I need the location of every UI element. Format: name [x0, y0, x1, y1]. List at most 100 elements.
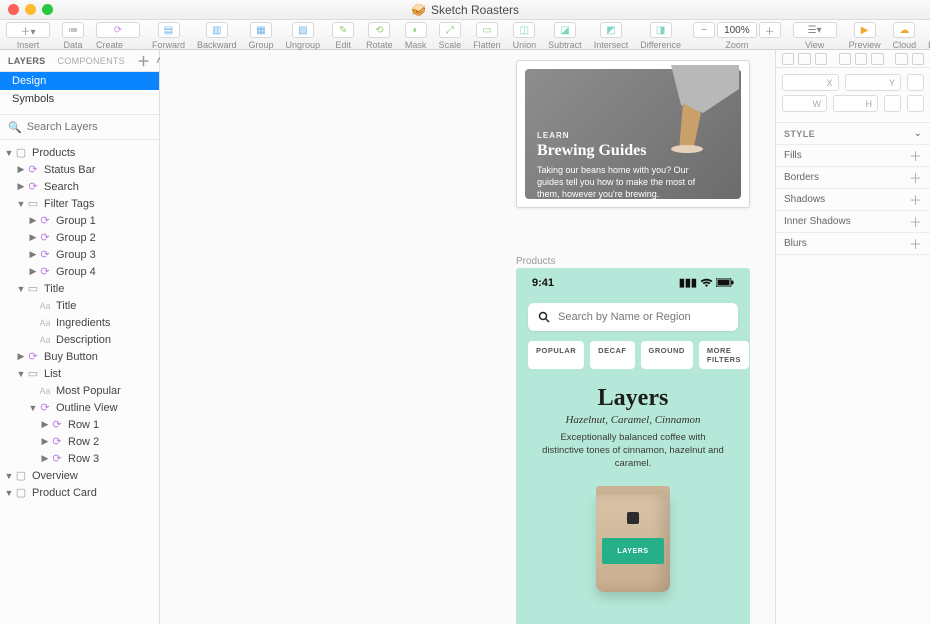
layer-title-text[interactable]: AaTitle	[0, 297, 159, 314]
mask-button[interactable]: ◐	[405, 22, 427, 38]
layer-group-1[interactable]: ▶⟳Group 1	[0, 212, 159, 229]
layer-products-artboard[interactable]: ▼▢Products	[0, 144, 159, 161]
right-sidebar: X Y W H STYLE ⌄ Fills＋ Borders＋ Shadows＋…	[775, 50, 930, 624]
preview-button[interactable]: ▶	[854, 22, 876, 38]
artboard-product-card[interactable]: LEARN Brewing Guides Taking our beans ho…	[516, 60, 750, 208]
distribute-h-button[interactable]	[895, 53, 907, 65]
layer-row-1[interactable]: ▶⟳Row 1	[0, 416, 159, 433]
ungroup-button[interactable]: ▧	[292, 22, 314, 38]
zoom-in-button[interactable]: ＋	[759, 22, 781, 38]
tag-decaf[interactable]: DECAF	[590, 341, 634, 369]
layer-group-4[interactable]: ▶⟳Group 4	[0, 263, 159, 280]
page-design[interactable]: Design	[0, 72, 159, 90]
zoom-out-button[interactable]: −	[693, 22, 715, 38]
layer-most-popular-text[interactable]: AaMost Popular	[0, 382, 159, 399]
layer-label: Group 4	[56, 266, 96, 278]
phone-search-field[interactable]: Search by Name or Region	[528, 303, 738, 331]
add-fill-button[interactable]: ＋	[909, 146, 922, 165]
zoom-window-button[interactable]	[42, 4, 53, 15]
align-right-button[interactable]	[815, 53, 827, 65]
align-bottom-button[interactable]	[871, 53, 883, 65]
layer-ingredients-text[interactable]: AaIngredients	[0, 314, 159, 331]
folder-icon: ▭	[26, 197, 40, 210]
input-w[interactable]: W	[782, 95, 827, 112]
canvas[interactable]: LEARN Brewing Guides Taking our beans ho…	[160, 50, 775, 624]
add-page-button[interactable]: ＋	[137, 51, 150, 70]
tag-more-filters[interactable]: MORE FILTERS	[699, 341, 749, 369]
layer-group-2[interactable]: ▶⟳Group 2	[0, 229, 159, 246]
cloud-button[interactable]: ☁	[893, 22, 915, 38]
section-fills[interactable]: Fills＋	[776, 145, 930, 167]
zoom-value[interactable]: 100%	[717, 22, 757, 38]
add-blur-button[interactable]: ＋	[909, 234, 922, 253]
layer-buy-button[interactable]: ▶⟳Buy Button	[0, 348, 159, 365]
subtract-label: Subtract	[548, 40, 582, 50]
data-label: Data	[63, 40, 82, 50]
layer-search[interactable]: ▶⟳Search	[0, 178, 159, 195]
input-x[interactable]: X	[782, 74, 839, 91]
section-shadows[interactable]: Shadows＋	[776, 189, 930, 211]
search-layers-input[interactable]	[27, 121, 169, 133]
difference-label: Difference	[640, 40, 681, 50]
align-h-center-button[interactable]	[798, 53, 810, 65]
create-symbol-button[interactable]: ⟳	[96, 22, 140, 38]
backward-button[interactable]: ▥	[206, 22, 228, 38]
layer-label: Row 3	[68, 453, 99, 465]
layer-product-card-artboard[interactable]: ▼▢Product Card	[0, 484, 159, 501]
edit-button[interactable]: ✎	[332, 22, 354, 38]
input-h[interactable]: H	[833, 95, 878, 112]
page-symbols[interactable]: Symbols	[0, 90, 159, 108]
data-button[interactable]: ≔	[62, 22, 84, 38]
page-symbols-label: Symbols	[12, 93, 54, 105]
add-inner-shadow-button[interactable]: ＋	[909, 212, 922, 231]
tab-layers[interactable]: LAYERS	[8, 56, 45, 66]
align-v-center-button[interactable]	[855, 53, 867, 65]
forward-button[interactable]: ▤	[158, 22, 180, 38]
scale-button[interactable]: ⤢	[439, 22, 461, 38]
layer-list-group[interactable]: ▼▭List	[0, 365, 159, 382]
layer-label: Filter Tags	[44, 198, 95, 210]
layer-status-bar[interactable]: ▶⟳Status Bar	[0, 161, 159, 178]
layer-description-text[interactable]: AaDescription	[0, 331, 159, 348]
artboard-products[interactable]: 9:41 ▮▮▮ Search by Name or Region	[516, 268, 750, 624]
layer-label: Row 1	[68, 419, 99, 431]
section-borders[interactable]: Borders＋	[776, 167, 930, 189]
flatten-button[interactable]: ▭	[476, 22, 498, 38]
add-shadow-button[interactable]: ＋	[909, 190, 922, 209]
search-layers-box[interactable]: 🔍	[0, 114, 159, 140]
layer-title-group[interactable]: ▼▭Title	[0, 280, 159, 297]
flip-h-button[interactable]	[884, 95, 901, 112]
layer-filter-tags[interactable]: ▼▭Filter Tags	[0, 195, 159, 212]
distribute-v-button[interactable]	[912, 53, 924, 65]
artboard-label-products[interactable]: Products	[516, 256, 555, 267]
difference-button[interactable]: ◨	[650, 22, 672, 38]
union-button[interactable]: ◫	[513, 22, 535, 38]
layer-row-3[interactable]: ▶⟳Row 3	[0, 450, 159, 467]
layer-outline-view[interactable]: ▼⟳Outline View	[0, 399, 159, 416]
layer-overview-artboard[interactable]: ▼▢Overview	[0, 467, 159, 484]
align-left-button[interactable]	[782, 53, 794, 65]
tag-popular[interactable]: POPULAR	[528, 341, 584, 369]
flip-v-button[interactable]	[907, 95, 924, 112]
close-window-button[interactable]	[8, 4, 19, 15]
align-top-button[interactable]	[839, 53, 851, 65]
tag-ground[interactable]: GROUND	[641, 341, 693, 369]
insert-button[interactable]: ＋▾	[6, 22, 50, 38]
layer-label: Outline View	[56, 402, 118, 414]
lock-aspect-button[interactable]	[907, 74, 924, 91]
rotate-button[interactable]: ⟲	[368, 22, 390, 38]
input-y[interactable]: Y	[845, 74, 902, 91]
style-header[interactable]: STYLE ⌄	[776, 123, 930, 145]
layer-row-2[interactable]: ▶⟳Row 2	[0, 433, 159, 450]
view-button[interactable]: ☰▾	[793, 22, 837, 38]
subtract-button[interactable]: ◪	[554, 22, 576, 38]
add-border-button[interactable]: ＋	[909, 168, 922, 187]
group-button[interactable]: ▦	[250, 22, 272, 38]
tab-components[interactable]: COMPONENTS	[57, 56, 125, 66]
minimize-window-button[interactable]	[25, 4, 36, 15]
section-inner-shadows[interactable]: Inner Shadows＋	[776, 211, 930, 233]
intersect-button[interactable]: ◩	[600, 22, 622, 38]
layer-group-3[interactable]: ▶⟳Group 3	[0, 246, 159, 263]
text-icon: Aa	[38, 335, 52, 345]
section-blurs[interactable]: Blurs＋	[776, 233, 930, 255]
